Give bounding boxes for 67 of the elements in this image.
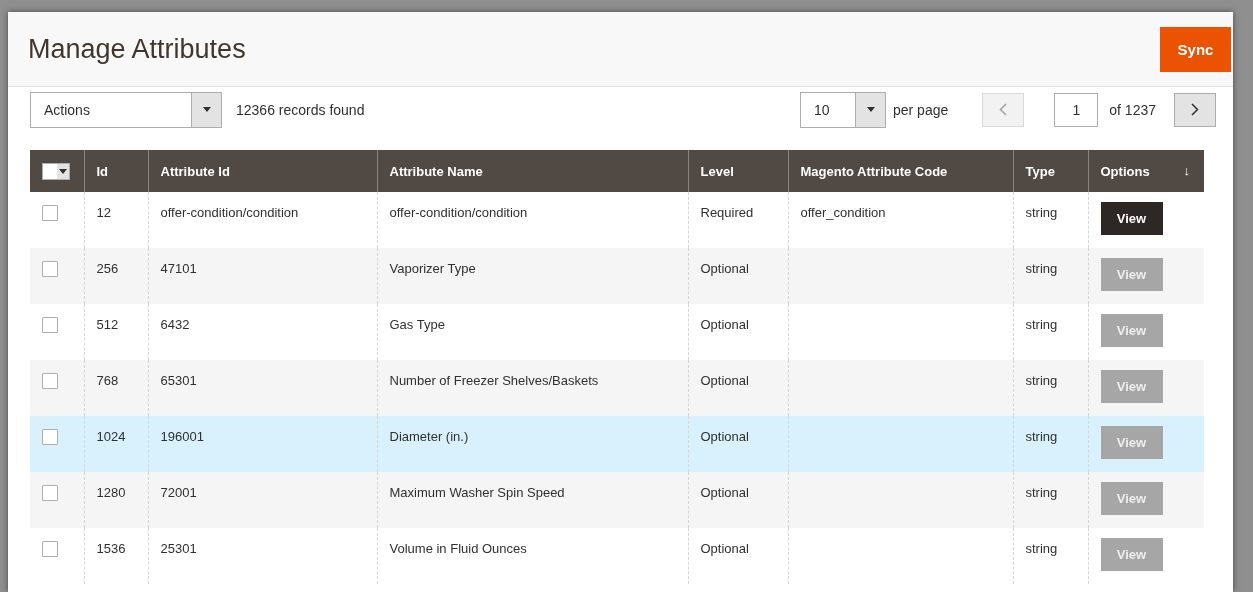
table-cell: Optional	[688, 360, 788, 416]
table-cell: 47101	[148, 248, 377, 304]
row-checkbox[interactable]	[42, 429, 58, 445]
caret-icon	[202, 107, 211, 112]
caret-icon	[59, 168, 67, 174]
row-checkbox[interactable]	[42, 541, 58, 557]
column-header[interactable]: Attribute Name	[377, 150, 688, 192]
column-header[interactable]: Attribute Id	[148, 150, 377, 192]
table-cell: 25301	[148, 528, 377, 584]
table-cell: 512	[84, 304, 148, 360]
column-header[interactable]: Options ↓	[1088, 150, 1204, 192]
table-cell: 196001	[148, 416, 377, 472]
table-cell: Optional	[688, 304, 788, 360]
table-cell: string	[1013, 192, 1088, 248]
table-cell: Number of Freezer Shelves/Baskets	[377, 360, 688, 416]
table-cell: offer-condition/condition	[148, 192, 377, 248]
caret-icon	[866, 107, 875, 112]
per-page-label: per page	[893, 101, 949, 118]
records-count: 12366 records found	[236, 101, 365, 118]
column-header[interactable]: Level	[688, 150, 788, 192]
table-cell: Gas Type	[377, 304, 688, 360]
table-cell: 6432	[148, 304, 377, 360]
page-total: of 1237	[1109, 101, 1156, 118]
table-cell: Optional	[688, 472, 788, 528]
table-cell: 12	[84, 192, 148, 248]
column-header[interactable]: Type	[1013, 150, 1088, 192]
table-cell: 1280	[84, 472, 148, 528]
column-header[interactable]: Magento Attribute Code	[788, 150, 1013, 192]
table-cell: 1024	[84, 416, 148, 472]
sync-button[interactable]: Sync	[1160, 26, 1231, 72]
actions-dropdown[interactable]: Actions	[30, 91, 222, 128]
table-cell: 768	[84, 360, 148, 416]
page-number-field[interactable]: 1	[1054, 92, 1099, 127]
select-all-checkbox[interactable]	[42, 162, 70, 180]
table-cell: 72001	[148, 472, 377, 528]
table-cell: 1536	[84, 528, 148, 584]
table-cell: Optional	[688, 248, 788, 304]
table-cell: Optional	[688, 416, 788, 472]
table-cell: Diameter (in.)	[377, 416, 688, 472]
table-cell: string	[1013, 528, 1088, 584]
table-cell: Required	[688, 192, 788, 248]
row-checkbox[interactable]	[42, 205, 58, 221]
table-cell: string	[1013, 360, 1088, 416]
chevron-right-icon	[1191, 103, 1199, 116]
page-title: Manage Attributes	[28, 33, 246, 65]
table-cell: Volume in Fluid Ounces	[377, 528, 688, 584]
table-cell: offer-condition/condition	[377, 192, 688, 248]
table-cell: Vaporizer Type	[377, 248, 688, 304]
table-cell: string	[1013, 248, 1088, 304]
view-button[interactable]: View	[1100, 202, 1163, 235]
table-cell: string	[1013, 472, 1088, 528]
row-checkbox[interactable]	[42, 485, 58, 501]
table-cell: Optional	[688, 528, 788, 584]
next-page-button[interactable]	[1174, 92, 1216, 127]
table-cell: string	[1013, 304, 1088, 360]
per-page-dropdown[interactable]: 10	[800, 91, 886, 128]
table-cell: string	[1013, 416, 1088, 472]
row-checkbox[interactable]	[42, 373, 58, 389]
row-checkbox[interactable]	[42, 261, 58, 277]
table-cell: 65301	[148, 360, 377, 416]
column-header[interactable]: Id	[84, 150, 148, 192]
table-cell: offer_condition	[788, 192, 1013, 248]
row-checkbox[interactable]	[42, 317, 58, 333]
sort-indicator: ↓	[1183, 163, 1190, 178]
table-cell: 256	[84, 248, 148, 304]
table-cell: Maximum Washer Spin Speed	[377, 472, 688, 528]
chevron-left-icon	[999, 103, 1008, 116]
